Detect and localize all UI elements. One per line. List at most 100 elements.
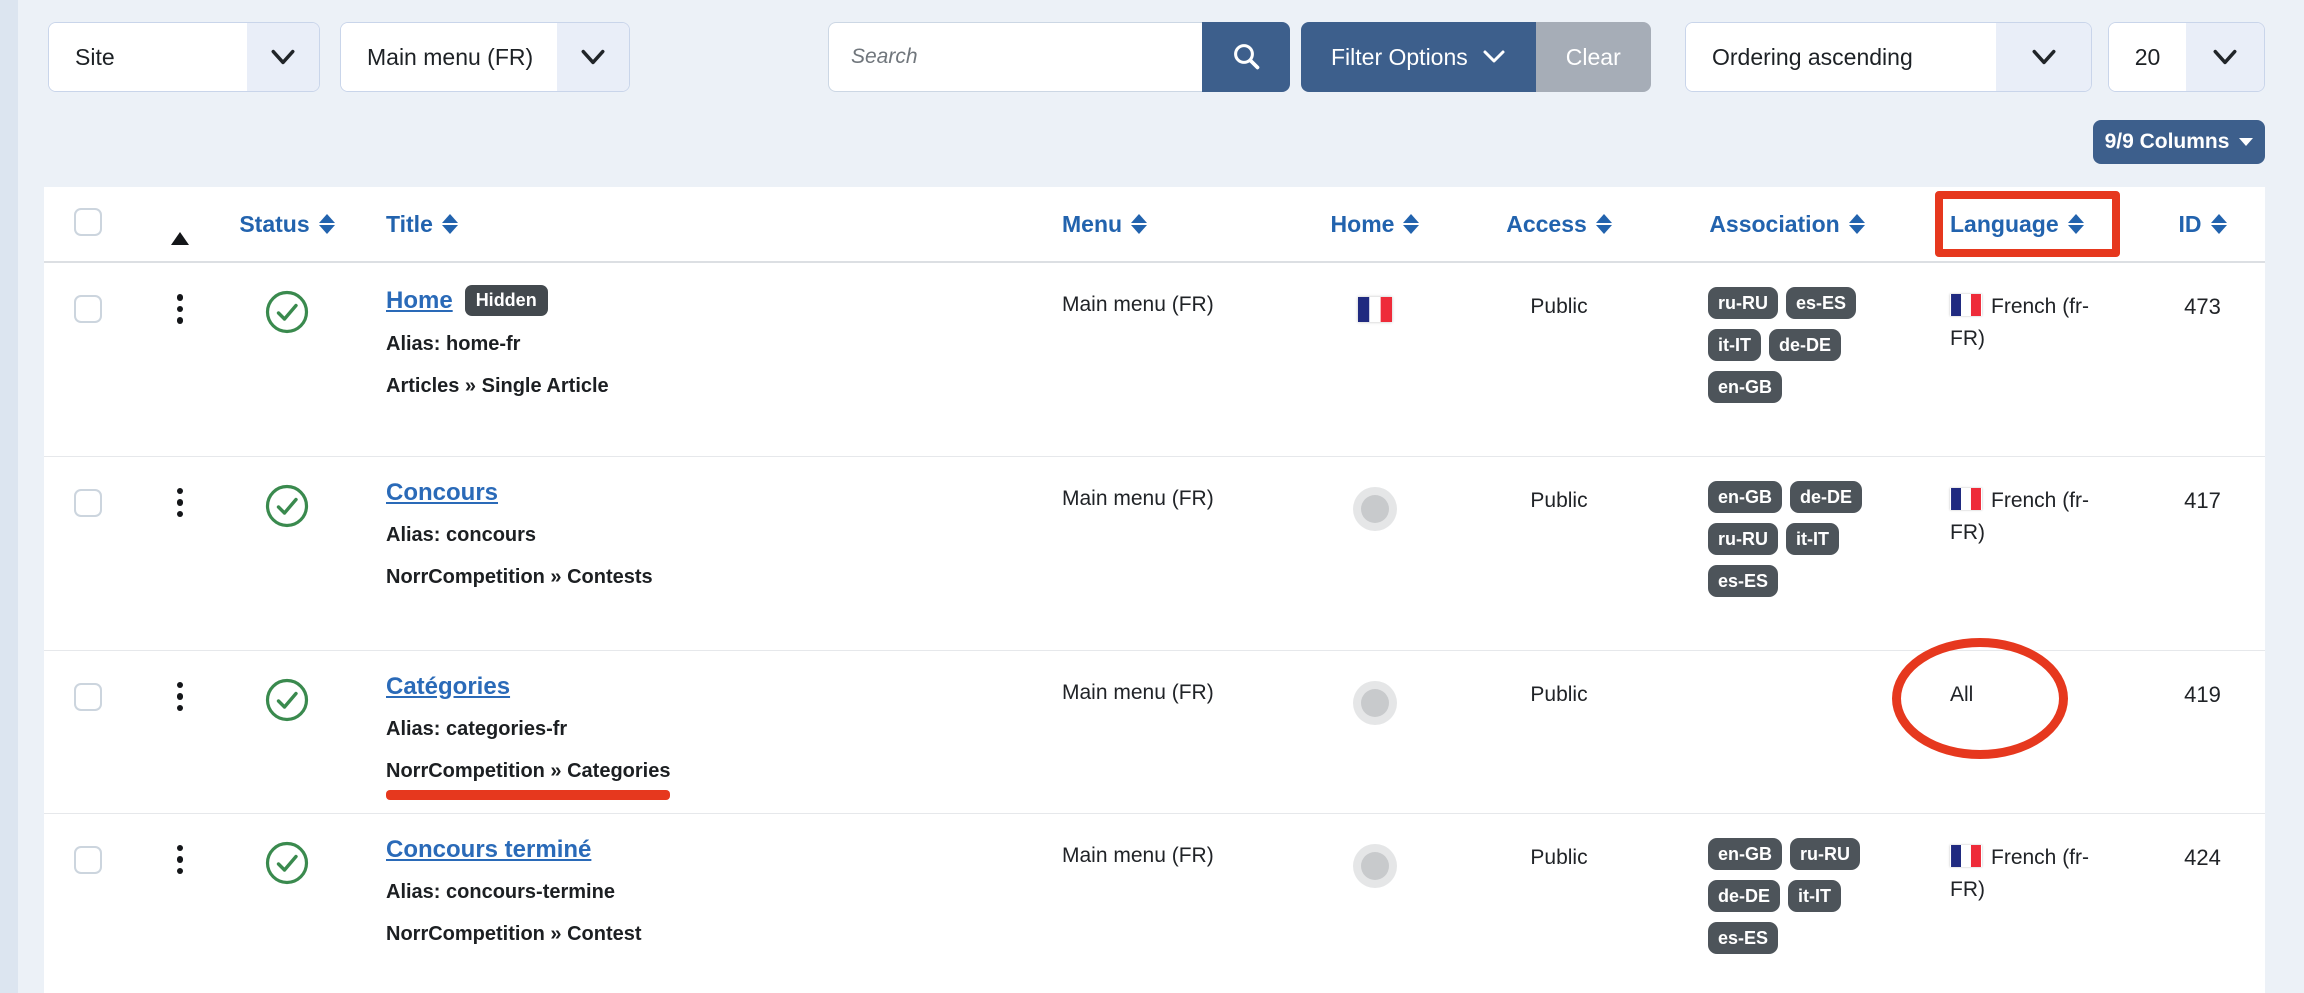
status-published-icon[interactable] — [264, 677, 310, 728]
search-input[interactable] — [828, 22, 1202, 92]
association-badges: en-GB de-DE ru-RU it-IT es-ES — [1708, 481, 1866, 597]
row-checkbox[interactable] — [74, 489, 102, 517]
filter-button-group: Filter Options Clear — [1301, 22, 1651, 92]
association-badge: ru-RU — [1708, 287, 1778, 319]
menu-items-table: Status Title Menu Home Access Associatio… — [44, 187, 2265, 993]
filter-options-label: Filter Options — [1331, 44, 1468, 71]
menu-filter-select[interactable]: Main menu (FR) — [340, 22, 630, 92]
row-actions-ellipsis-icon[interactable] — [177, 294, 184, 324]
chevron-down-icon — [2186, 23, 2264, 91]
sort-icon — [1849, 214, 1865, 234]
list-limit-value: 20 — [2109, 23, 2186, 91]
association-badge: en-GB — [1708, 481, 1782, 513]
search-button[interactable] — [1202, 22, 1290, 92]
table-row: Concours Alias: concours NorrCompetition… — [44, 456, 2265, 650]
sort-icon — [1596, 214, 1612, 234]
row-checkbox[interactable] — [74, 846, 102, 874]
association-badge: it-IT — [1786, 523, 1839, 555]
table-row: HomeHidden Alias: home-fr Articles » Sin… — [44, 262, 2265, 456]
chevron-down-icon — [247, 23, 319, 91]
select-all-checkbox[interactable] — [74, 208, 102, 236]
association-badge: it-IT — [1788, 880, 1841, 912]
menu-filter-value: Main menu (FR) — [341, 23, 557, 91]
menu-item-type-path: NorrCompetition » Contest — [386, 920, 1005, 948]
association-badge: de-DE — [1769, 329, 1841, 361]
list-limit-select[interactable]: 20 — [2108, 22, 2265, 92]
header-home[interactable]: Home — [1331, 211, 1420, 238]
id-cell: 417 — [2140, 456, 2265, 650]
french-flag-icon — [1950, 845, 1982, 867]
site-filter-value: Site — [49, 23, 247, 91]
menu-items-admin-page: Site Main menu (FR) Filter Options Clear… — [0, 0, 2304, 993]
row-checkbox[interactable] — [74, 295, 102, 323]
clear-button[interactable]: Clear — [1536, 22, 1651, 92]
status-published-icon[interactable] — [264, 289, 310, 340]
sort-icon — [319, 214, 335, 234]
header-access[interactable]: Access — [1506, 211, 1612, 238]
header-id[interactable]: ID — [2179, 211, 2227, 238]
table-row: Concours terminé Alias: concours-termine… — [44, 813, 2265, 954]
row-actions-ellipsis-icon[interactable] — [177, 845, 184, 875]
language-cell: French (fr-FR) — [1950, 842, 2115, 906]
menu-item-title-link[interactable]: Home — [386, 287, 453, 314]
status-published-icon[interactable] — [264, 840, 310, 891]
ordering-value: Ordering ascending — [1686, 23, 1996, 91]
sort-icon — [2068, 214, 2084, 234]
menu-cell: Main menu (FR) — [1015, 262, 1294, 456]
sort-icon — [1403, 214, 1419, 234]
row-actions-ellipsis-icon[interactable] — [177, 488, 184, 518]
menu-item-title-link[interactable]: Concours — [386, 479, 498, 506]
sort-icon — [1131, 214, 1147, 234]
header-status[interactable]: Status — [239, 211, 334, 238]
home-unset-icon[interactable] — [1353, 844, 1397, 888]
home-unset-icon[interactable] — [1353, 681, 1397, 725]
header-menu[interactable]: Menu — [1062, 211, 1147, 238]
row-checkbox[interactable] — [74, 683, 102, 711]
home-french-flag-icon[interactable] — [1358, 297, 1392, 322]
association-badge: en-GB — [1708, 371, 1782, 403]
menu-item-alias: Alias: concours-termine — [386, 878, 1005, 906]
id-cell: 424 — [2140, 813, 2265, 954]
association-badge: it-IT — [1708, 329, 1761, 361]
filter-options-button[interactable]: Filter Options — [1301, 22, 1536, 92]
access-cell: Public — [1456, 650, 1662, 813]
ordering-select[interactable]: Ordering ascending — [1685, 22, 2092, 92]
home-unset-icon[interactable] — [1353, 487, 1397, 531]
status-published-icon[interactable] — [264, 483, 310, 534]
ordering-sort-icon[interactable] — [171, 215, 189, 245]
row-actions-ellipsis-icon[interactable] — [177, 682, 184, 712]
menu-item-type-path: NorrCompetition » Contests — [386, 563, 1005, 591]
french-flag-icon — [1950, 294, 1982, 316]
left-edge-strip — [0, 0, 18, 993]
site-filter-select[interactable]: Site — [48, 22, 320, 92]
menu-item-type-path-annotated: NorrCompetition » Categories — [386, 757, 670, 800]
menu-cell: Main menu (FR) — [1015, 456, 1294, 650]
menu-item-type-path: Articles » Single Article — [386, 372, 1005, 400]
sort-icon — [442, 214, 458, 234]
menu-item-title-link[interactable]: Catégories — [386, 673, 510, 700]
caret-down-icon — [2239, 138, 2253, 146]
association-badge: es-ES — [1708, 922, 1778, 954]
association-badge: de-DE — [1708, 880, 1780, 912]
header-title[interactable]: Title — [386, 211, 458, 238]
search-group — [828, 22, 1290, 92]
menu-item-alias: Alias: home-fr — [386, 330, 1005, 358]
columns-toggle-button[interactable]: 9/9 Columns — [2093, 120, 2265, 164]
menu-item-alias: Alias: categories-fr — [386, 715, 1005, 743]
chevron-down-icon — [1996, 23, 2091, 91]
language-cell: French (fr-FR) — [1950, 485, 2115, 549]
association-badge: es-ES — [1708, 565, 1778, 597]
chevron-down-icon — [557, 23, 629, 91]
header-association[interactable]: Association — [1709, 211, 1864, 238]
menu-cell: Main menu (FR) — [1015, 813, 1294, 954]
sort-icon — [2211, 214, 2227, 234]
table-header-row: Status Title Menu Home Access Associatio… — [44, 187, 2265, 262]
menu-item-alias: Alias: concours — [386, 521, 1005, 549]
association-badges: ru-RU es-ES it-IT de-DE en-GB — [1708, 287, 1866, 403]
table-row: Catégories Alias: categories-fr NorrComp… — [44, 650, 2265, 813]
id-cell: 473 — [2140, 262, 2265, 456]
header-language[interactable]: Language — [1950, 211, 2084, 238]
french-flag-icon — [1950, 488, 1982, 510]
access-cell: Public — [1456, 813, 1662, 954]
menu-item-title-link[interactable]: Concours terminé — [386, 836, 591, 863]
